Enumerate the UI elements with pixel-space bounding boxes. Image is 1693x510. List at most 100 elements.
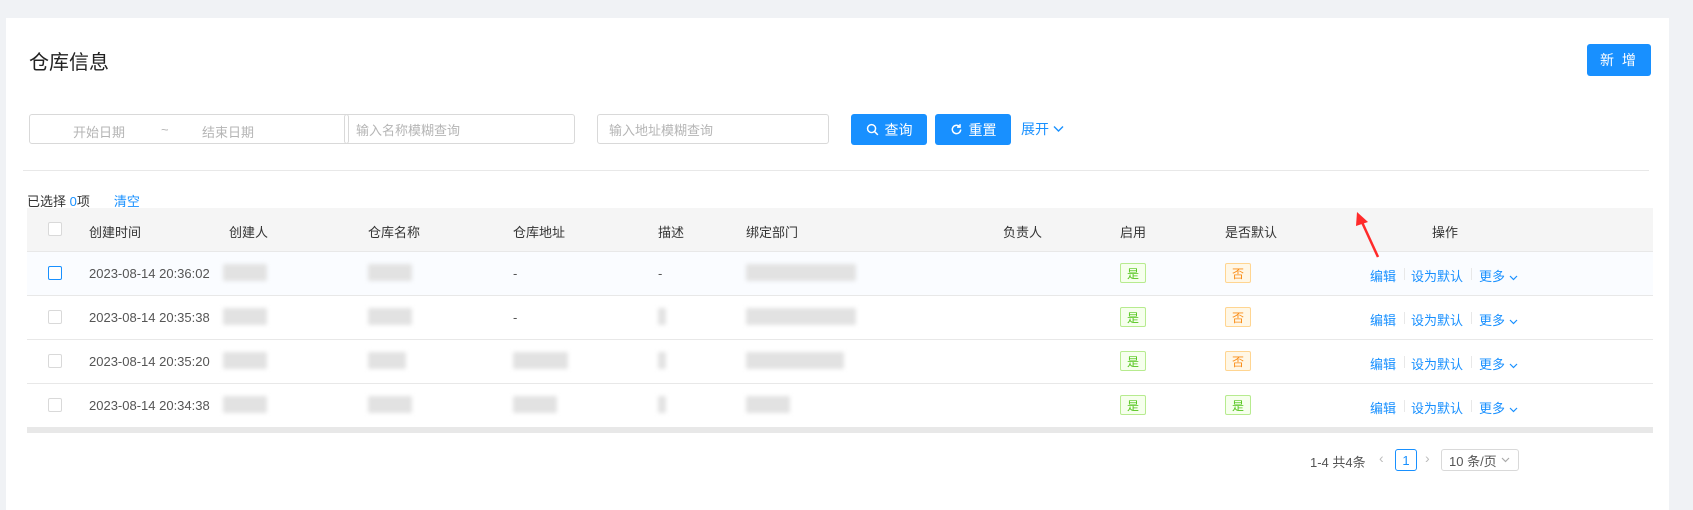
more-label: 更多 [1479, 313, 1506, 328]
action-separator [1404, 312, 1405, 324]
page-size-select[interactable]: 10 条/页 [1441, 449, 1519, 471]
default-tag: 否 [1225, 351, 1252, 371]
col-creator[interactable]: 创建人 [229, 222, 268, 241]
chevron-down-icon [1053, 126, 1064, 132]
set-default-link[interactable]: 设为默认 [1411, 310, 1463, 329]
cell-address: - [513, 310, 518, 325]
col-manager[interactable]: 负责人 [1003, 222, 1042, 241]
selection-count: 0 [69, 194, 77, 209]
redacted-department [746, 396, 790, 413]
expand-label: 展开 [1021, 121, 1049, 137]
col-description[interactable]: 描述 [658, 222, 684, 241]
chevron-down-icon [1509, 275, 1518, 281]
reset-button-label: 重置 [968, 121, 997, 138]
add-button[interactable]: 新 增 [1587, 44, 1651, 76]
reload-icon [951, 124, 961, 135]
redacted-creator [223, 308, 267, 325]
search-button[interactable]: 查询 [851, 114, 927, 145]
enabled-tag: 是 [1120, 263, 1147, 283]
chevron-down-icon [1501, 457, 1510, 463]
selection-prefix: 已选择 [27, 194, 70, 209]
enabled-tag: 是 [1120, 351, 1147, 371]
more-dropdown[interactable]: 更多 [1479, 310, 1518, 329]
redacted-creator [223, 352, 267, 369]
table-header: 创建时间 创建人 仓库名称 仓库地址 描述 绑定部门 负责人 启用 是否默认 操… [27, 208, 1653, 252]
set-default-link[interactable]: 设为默认 [1411, 266, 1463, 285]
more-dropdown[interactable]: 更多 [1479, 266, 1518, 285]
col-created-at[interactable]: 创建时间 [89, 222, 141, 241]
name-search-input[interactable]: 输入名称模糊查询 [344, 114, 575, 144]
expand-toggle[interactable]: 展开 [1021, 119, 1064, 139]
chevron-down-icon [1509, 319, 1518, 325]
col-warehouse-address[interactable]: 仓库地址 [513, 222, 565, 241]
start-date-input[interactable]: 开始日期 [73, 122, 125, 141]
filter-divider [23, 170, 1649, 171]
enabled-tag: 是 [1120, 307, 1147, 327]
redacted-department [746, 308, 856, 325]
edit-link[interactable]: 编辑 [1370, 398, 1396, 417]
page-size-label: 10 条/页 [1449, 453, 1497, 469]
action-separator [1471, 312, 1472, 324]
col-warehouse-name[interactable]: 仓库名称 [368, 222, 420, 241]
redacted-creator [223, 264, 267, 281]
redacted-description [658, 352, 666, 369]
col-enabled[interactable]: 启用 [1120, 222, 1146, 241]
prev-page-icon[interactable]: ‹ [1379, 450, 1384, 466]
cell-address: - [513, 266, 518, 281]
cell-created-at: 2023-08-14 20:35:20 [89, 354, 210, 369]
redacted-department [746, 352, 844, 369]
row-checkbox[interactable] [48, 266, 62, 280]
action-separator [1471, 268, 1472, 280]
cell-created-at: 2023-08-14 20:35:38 [89, 310, 210, 325]
select-all-checkbox[interactable] [48, 222, 62, 236]
date-range-separator: ~ [161, 122, 169, 137]
action-separator [1404, 400, 1405, 412]
redacted-warehouse-name [368, 352, 406, 369]
redacted-warehouse-name [368, 264, 412, 281]
search-icon [866, 123, 878, 136]
pagination-summary: 1-4 共4条 [1310, 455, 1366, 470]
redacted-department [746, 264, 856, 281]
col-is-default[interactable]: 是否默认 [1225, 222, 1277, 241]
set-default-link[interactable]: 设为默认 [1411, 398, 1463, 417]
redacted-address [513, 352, 568, 369]
default-tag: 否 [1225, 263, 1252, 283]
end-date-input[interactable]: 结束日期 [202, 122, 254, 141]
more-label: 更多 [1479, 357, 1506, 372]
table-row: 2023-08-14 20:34:38 是 是 编辑 设为默认 更多 [27, 384, 1653, 428]
redacted-address [513, 396, 557, 413]
page-1-button[interactable]: 1 [1395, 449, 1417, 471]
next-page-icon[interactable]: › [1425, 450, 1430, 466]
table-row: 2023-08-14 20:35:38 - 是 否 编辑 设为默认 更多 [27, 296, 1653, 340]
annotation-arrow-icon [1356, 212, 1380, 258]
edit-link[interactable]: 编辑 [1370, 354, 1396, 373]
warehouse-card: 仓库信息 新 增 开始日期 ~ 结束日期 输入名称模糊查询 输入地址模糊查询 查… [6, 18, 1669, 510]
redacted-warehouse-name [368, 308, 412, 325]
reset-button[interactable]: 重置 [935, 114, 1011, 145]
row-checkbox[interactable] [48, 354, 62, 368]
clear-selection-link[interactable]: 清空 [114, 194, 140, 209]
horizontal-scrollbar[interactable] [27, 427, 1653, 433]
redacted-creator [223, 396, 267, 413]
more-dropdown[interactable]: 更多 [1479, 398, 1518, 417]
table-row: 2023-08-14 20:36:02 - - 是 否 编辑 设为默认 更多 [27, 252, 1653, 296]
edit-link[interactable]: 编辑 [1370, 310, 1396, 329]
chevron-down-icon [1509, 363, 1518, 369]
col-department[interactable]: 绑定部门 [746, 222, 798, 241]
date-range-picker[interactable]: 开始日期 ~ 结束日期 [29, 114, 349, 144]
redacted-warehouse-name [368, 396, 412, 413]
redacted-description [658, 308, 666, 325]
address-search-input[interactable]: 输入地址模糊查询 [597, 114, 829, 144]
selection-suffix: 项 [76, 194, 90, 209]
page-title: 仓库信息 [29, 52, 109, 74]
set-default-link[interactable]: 设为默认 [1411, 354, 1463, 373]
more-label: 更多 [1479, 401, 1506, 416]
table-row: 2023-08-14 20:35:20 是 否 编辑 设为默认 更多 [27, 340, 1653, 384]
cell-created-at: 2023-08-14 20:36:02 [89, 266, 210, 281]
action-separator [1471, 356, 1472, 368]
cell-description: - [658, 266, 663, 281]
row-checkbox[interactable] [48, 398, 62, 412]
more-dropdown[interactable]: 更多 [1479, 354, 1518, 373]
default-tag: 是 [1225, 395, 1252, 415]
row-checkbox[interactable] [48, 310, 62, 324]
